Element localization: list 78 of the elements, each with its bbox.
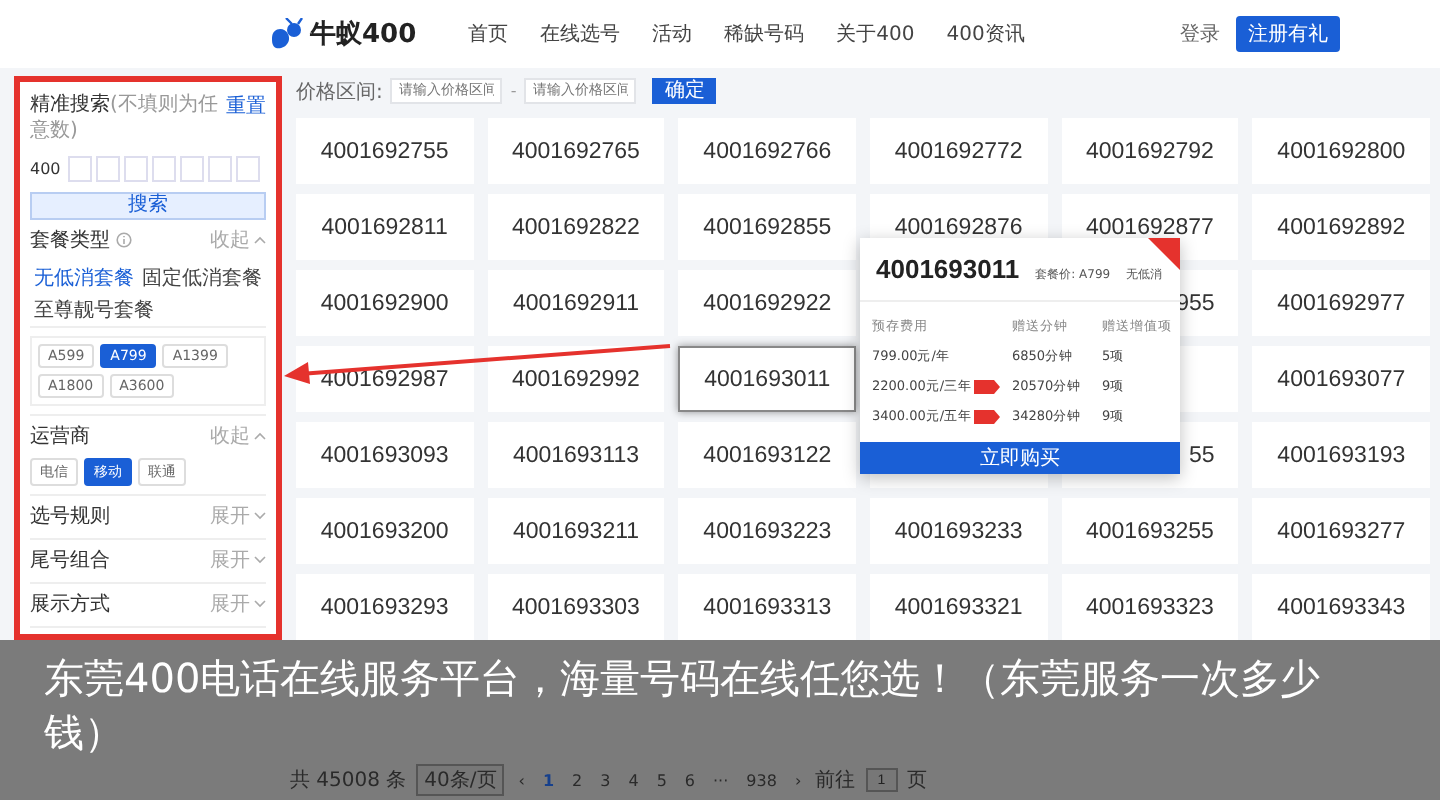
number-card[interactable]: 4001692911 (487, 270, 665, 336)
logo-icon (268, 18, 304, 50)
number-card[interactable]: 4001693277 (1252, 498, 1430, 564)
number-card[interactable]: 4001692765 (487, 118, 665, 184)
caret-icon (254, 432, 266, 440)
digit-field[interactable] (124, 156, 149, 182)
caret-icon (254, 512, 266, 520)
search-title: 精准搜索(不填则为任意数) (30, 92, 220, 144)
number-card[interactable]: 4001693323 (1061, 574, 1239, 640)
package-tab[interactable]: 至尊靓号套餐 (30, 294, 158, 326)
number-card[interactable]: 4001692822 (487, 194, 665, 260)
number-card[interactable]: 4001693113 (487, 422, 665, 488)
digit-field[interactable] (68, 156, 93, 182)
number-card[interactable]: 4001692755 (296, 118, 474, 184)
number-card[interactable]: 4001693011 (678, 346, 856, 412)
number-card[interactable]: 4001693077 (1252, 346, 1430, 412)
nav-link[interactable]: 稀缺号码 (724, 20, 805, 48)
number-card[interactable]: 4001692900 (296, 270, 474, 336)
number-card[interactable]: 4001693343 (1252, 574, 1430, 640)
number-card[interactable]: 4001692922 (678, 270, 856, 336)
number-card[interactable]: 4001693321 (869, 574, 1048, 640)
number-card[interactable]: 4001693293 (296, 574, 474, 640)
number-card[interactable]: 4001693303 (487, 574, 665, 640)
reset-link[interactable]: 重置 (226, 92, 266, 120)
nav-link[interactable]: 在线选号 (540, 20, 621, 48)
number-card[interactable]: 4001693122 (678, 422, 856, 488)
number-card[interactable]: 4001693223 (678, 498, 856, 564)
number-card[interactable]: 4001692987 (296, 346, 474, 412)
register-button[interactable]: 注册有礼 (1236, 16, 1340, 52)
nav-link[interactable]: 400资讯 (946, 20, 1025, 48)
package-tab[interactable]: 无低消套餐 (30, 262, 138, 294)
number-card[interactable]: 4001692811 (296, 194, 474, 260)
number-card[interactable]: 4001693193 (1252, 422, 1430, 488)
login-link[interactable]: 登录 (1180, 20, 1220, 48)
number-card[interactable]: 4001692800 (1252, 118, 1430, 184)
digit-field[interactable] (96, 156, 121, 182)
number-prefix: 400 (30, 160, 61, 178)
section-title: 套餐类型 (30, 227, 110, 254)
number-card[interactable]: 4001693255 (1061, 498, 1239, 564)
number-card[interactable]: 4001692855 (678, 194, 856, 260)
nav-link[interactable]: 首页 (468, 20, 509, 48)
range-separator: - (510, 82, 517, 100)
number-card[interactable]: 4001692977 (1252, 270, 1430, 336)
number-card[interactable]: 4001693233 (869, 498, 1048, 564)
digit-field[interactable] (208, 156, 233, 182)
digit-field[interactable] (152, 156, 177, 182)
number-card[interactable]: 4001693200 (296, 498, 474, 564)
digit-field[interactable] (180, 156, 205, 182)
digit-field[interactable] (236, 156, 261, 182)
package-tab[interactable]: 固定低消套餐 (138, 262, 266, 294)
number-card[interactable]: 4001692992 (487, 346, 665, 412)
corner-ribbon-icon (1148, 238, 1180, 270)
caption-text: 东莞400电话在线服务平台，海量号码在线任您选！（东莞服务一次多少钱） (44, 652, 1323, 760)
number-card[interactable]: 4001692892 (1252, 194, 1430, 260)
nav-link[interactable]: 活动 (652, 20, 693, 48)
number-card[interactable]: 4001692766 (678, 118, 856, 184)
section-title: 展示方式 (30, 591, 110, 618)
goto-label: 前往 (815, 767, 856, 794)
nav-link[interactable]: 关于400 (836, 20, 915, 48)
price-label: 价格区间: (296, 79, 383, 105)
section-title: 尾号组合 (30, 548, 110, 574)
number-card[interactable]: 4001692792 (1061, 118, 1239, 184)
confirm-button[interactable]: 确定 (652, 78, 717, 104)
caret-icon (254, 600, 266, 608)
logo-text[interactable]: 牛蚁400 (310, 16, 417, 52)
number-card[interactable]: 4001693211 (487, 498, 665, 564)
number-card[interactable]: 4001693093 (296, 422, 474, 488)
buy-button[interactable]: 立即购买 (860, 442, 1180, 474)
page-unit: 页 (907, 768, 928, 794)
number-card[interactable]: 4001692772 (869, 118, 1048, 184)
search-button[interactable]: 搜索 (30, 192, 266, 220)
caret-icon (254, 236, 266, 244)
section-title: 运营商 (30, 423, 90, 450)
total-count: 共 45008 条 (290, 767, 407, 794)
number-card[interactable]: 4001693313 (678, 574, 856, 640)
popup-number: 4001693011 (876, 254, 1020, 284)
section-title: 选号规则 (30, 503, 110, 530)
caret-icon (254, 556, 266, 564)
